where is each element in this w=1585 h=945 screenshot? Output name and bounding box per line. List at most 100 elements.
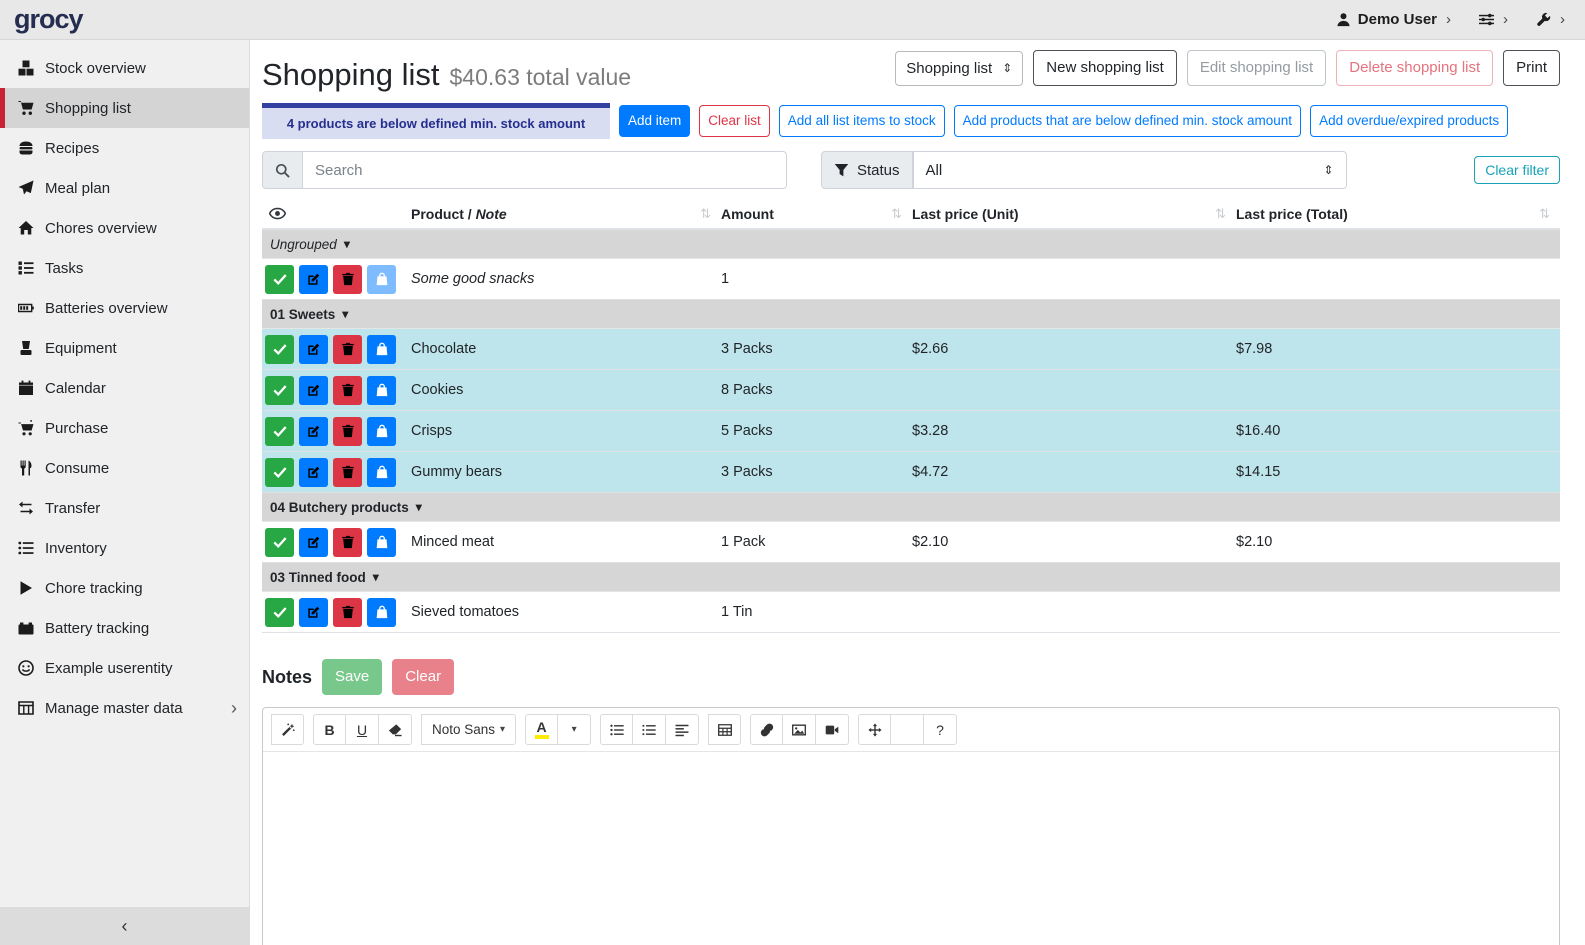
add-to-stock-button[interactable] [367,528,396,557]
column-header-unit-price[interactable]: Last price (Unit) ⇅ [912,206,1236,222]
mark-done-button[interactable] [265,265,294,294]
sidebar-item-equipment[interactable]: Equipment [0,328,249,368]
mark-done-button[interactable] [265,528,294,557]
text-color-button[interactable]: A [525,714,558,745]
group-header[interactable]: 03 Tinned food▾ [262,563,1560,592]
delete-item-button[interactable] [333,417,362,446]
add-item-button[interactable]: Add item [619,105,690,137]
sidebar-item-batteries-overview[interactable]: Batteries overview [0,288,249,328]
min-stock-alert[interactable]: 4 products are below defined min. stock … [262,103,610,139]
column-header-total-price[interactable]: Last price (Total) ⇅ [1236,206,1560,222]
delete-item-button[interactable] [333,458,362,487]
add-all-to-stock-button[interactable]: Add all list items to stock [779,105,945,137]
sidebar-collapse-button[interactable]: ‹ [0,907,249,945]
status-select[interactable]: All ⇕ [913,151,1347,189]
group-header[interactable]: 04 Butchery products▾ [262,493,1560,522]
sidebar-item-shopping-list[interactable]: Shopping list [0,88,249,128]
insert-table-button[interactable] [708,714,741,745]
sidebar-item-stock-overview[interactable]: Stock overview [0,48,249,88]
delete-item-button[interactable] [333,335,362,364]
column-header-product[interactable]: Product / Note ⇅ [411,206,721,222]
insert-picture-button[interactable] [783,714,816,745]
sort-icon[interactable]: ⇅ [1539,206,1550,222]
admin-menu[interactable]: › [1536,11,1565,28]
paragraph-style-button[interactable] [666,714,699,745]
search-input[interactable] [303,151,787,189]
edit-item-button[interactable] [299,458,328,487]
clear-notes-button[interactable]: Clear [392,659,454,695]
fullscreen-button[interactable] [858,714,891,745]
edit-item-button[interactable] [299,335,328,364]
insert-link-button[interactable] [750,714,783,745]
add-to-stock-button[interactable] [367,417,396,446]
save-notes-button[interactable]: Save [322,659,382,695]
sidebar-item-purchase[interactable]: Purchase [0,408,249,448]
add-to-stock-button[interactable] [367,598,396,627]
mark-done-button[interactable] [265,417,294,446]
delete-shopping-list-button[interactable]: Delete shopping list [1336,50,1493,86]
shopping-list-select-value: Shopping list [906,60,992,77]
mark-done-button[interactable] [265,335,294,364]
add-to-stock-button[interactable] [367,335,396,364]
delete-item-button[interactable] [333,376,362,405]
sort-icon[interactable]: ⇅ [891,206,902,222]
mark-done-button[interactable] [265,598,294,627]
sidebar-item-manage-master-data[interactable]: Manage master data› [0,688,249,728]
add-to-stock-button[interactable] [367,265,396,294]
group-header[interactable]: 01 Sweets▾ [262,300,1560,329]
unordered-list-button[interactable] [600,714,633,745]
edit-item-button[interactable] [299,528,328,557]
sort-icon[interactable]: ⇅ [700,206,711,222]
edit-shopping-list-button[interactable]: Edit shopping list [1187,50,1326,86]
sidebar-item-example-userentity[interactable]: Example userentity [0,648,249,688]
notes-editor-area[interactable] [263,752,1559,945]
add-below-min-button[interactable]: Add products that are below defined min.… [954,105,1301,137]
add-overdue-button[interactable]: Add overdue/expired products [1310,105,1508,137]
sidebar-item-meal-plan[interactable]: Meal plan [0,168,249,208]
app-logo[interactable]: grocy [14,4,83,35]
sidebar-item-consume[interactable]: Consume [0,448,249,488]
insert-video-button[interactable] [816,714,849,745]
delete-item-button[interactable] [333,598,362,627]
add-to-stock-button[interactable] [367,458,396,487]
bold-button[interactable]: B [313,714,346,745]
sidebar-item-recipes[interactable]: Recipes [0,128,249,168]
add-to-stock-button[interactable] [367,376,396,405]
shopping-list-select[interactable]: Shopping list ⇕ [895,51,1023,86]
ordered-list-button[interactable] [633,714,666,745]
sidebar-item-chores-overview[interactable]: Chores overview [0,208,249,248]
toggle-done-visibility-eye-icon[interactable] [262,205,411,222]
paste-magic-button[interactable] [271,714,304,745]
clear-list-button[interactable]: Clear list [699,105,770,137]
mark-done-button[interactable] [265,458,294,487]
status-filter-label: Status [821,151,913,189]
text-color-dropdown[interactable]: ▾ [558,714,591,745]
settings-menu[interactable]: › [1479,11,1508,28]
edit-item-button[interactable] [299,376,328,405]
remove-format-button[interactable] [379,714,412,745]
sidebar-item-tasks[interactable]: Tasks [0,248,249,288]
edit-item-button[interactable] [299,265,328,294]
sidebar-item-inventory[interactable]: Inventory [0,528,249,568]
edit-item-button[interactable] [299,598,328,627]
shopping-bag-icon [375,272,389,286]
code-view-button[interactable] [891,714,924,745]
sidebar-item-calendar[interactable]: Calendar [0,368,249,408]
clear-filter-button[interactable]: Clear filter [1474,156,1560,185]
column-header-amount[interactable]: Amount ⇅ [721,206,912,222]
delete-item-button[interactable] [333,265,362,294]
delete-item-button[interactable] [333,528,362,557]
help-button[interactable]: ? [924,714,957,745]
sidebar-item-chore-tracking[interactable]: Chore tracking [0,568,249,608]
group-header[interactable]: Ungrouped▾ [262,230,1560,259]
underline-button[interactable]: U [346,714,379,745]
user-menu[interactable]: Demo User › [1336,11,1451,28]
mark-done-button[interactable] [265,376,294,405]
print-button[interactable]: Print [1503,50,1560,86]
sidebar-item-transfer[interactable]: Transfer [0,488,249,528]
sort-icon[interactable]: ⇅ [1215,206,1226,222]
font-family-dropdown[interactable]: Noto Sans▾ [421,714,516,745]
new-shopping-list-button[interactable]: New shopping list [1033,50,1177,86]
sidebar-item-battery-tracking[interactable]: Battery tracking [0,608,249,648]
edit-item-button[interactable] [299,417,328,446]
